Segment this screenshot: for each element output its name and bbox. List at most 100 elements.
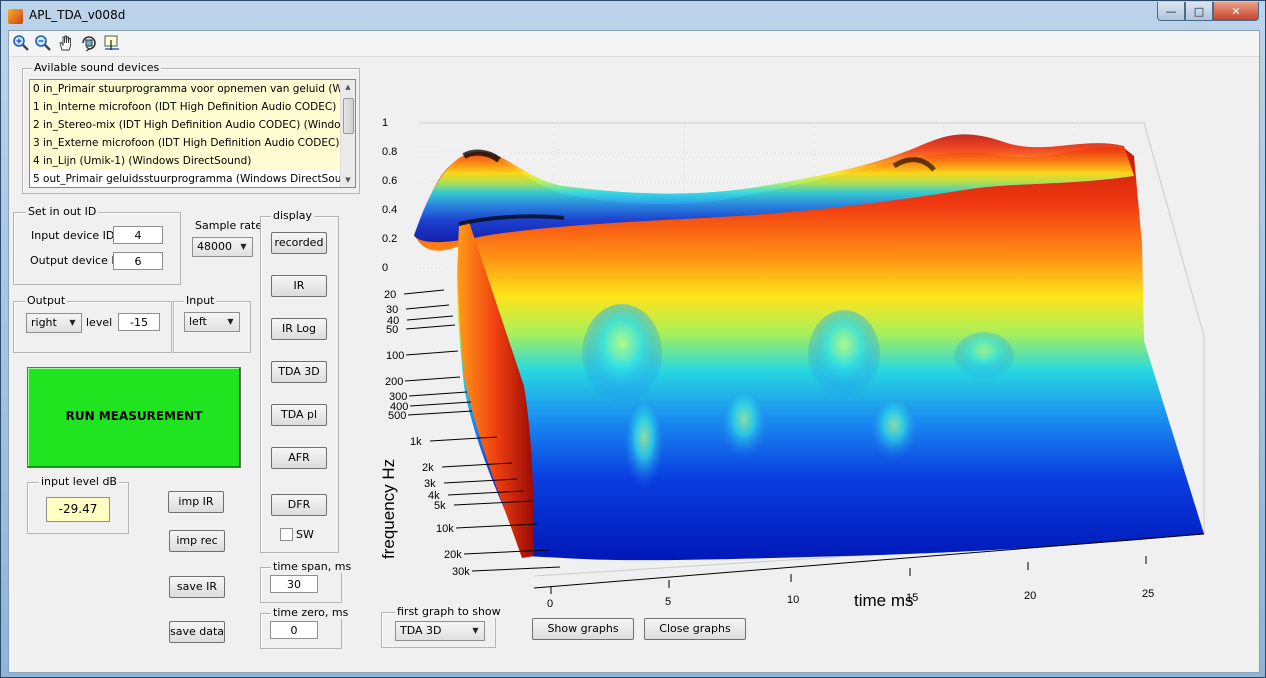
list-item[interactable]: 1 in_Interne microfoon (IDT High Definit… [30, 98, 355, 116]
close-button[interactable]: ✕ [1213, 2, 1259, 21]
chevron-down-icon: ▼ [69, 318, 76, 327]
ir-button[interactable]: IR [271, 275, 327, 297]
frequency-tick-label: 1k [410, 436, 422, 448]
time-zero-field[interactable]: 0 [270, 621, 318, 639]
time-tick-label: 20 [1024, 590, 1036, 602]
list-item[interactable]: 3 in_Externe microfoon (IDT High Definit… [30, 134, 355, 152]
frequency-axis-label: frequency Hz [379, 459, 398, 559]
scroll-thumb[interactable] [343, 98, 354, 134]
surface [414, 134, 1204, 561]
list-scrollbar[interactable]: ▲ ▼ [340, 80, 355, 187]
sample-rate-value: 48000 [197, 240, 232, 253]
frequency-tick-label: 3k [424, 478, 436, 490]
sound-devices-title: Avilable sound devices [32, 61, 162, 74]
resonance-peak [722, 392, 766, 460]
frequency-tick-label: 10k [436, 523, 454, 535]
afr-button[interactable]: AFR [271, 447, 327, 469]
frequency-tick-label: 5k [434, 500, 446, 512]
resonance-peak [808, 310, 880, 398]
app-window: APL_TDA_v008d — □ ✕ Avilable sound devic… [0, 0, 1266, 678]
list-item[interactable]: 4 in_Lijn (Umik-1) (Windows DirectSound) [30, 152, 355, 170]
z-tick-label: 0.8 [382, 146, 397, 158]
zoom-in-icon[interactable] [12, 34, 30, 52]
run-measurement-button[interactable]: RUN MEASUREMENT [27, 367, 241, 468]
time-axis-label: time ms [854, 591, 914, 610]
scroll-down-icon[interactable]: ▼ [341, 173, 355, 187]
imp-ir-button[interactable]: imp IR [168, 491, 224, 513]
frequency-tick-label: 50 [386, 324, 398, 336]
imp-rec-button[interactable]: imp rec [169, 530, 225, 552]
frequency-tick [404, 376, 461, 382]
z-tick-label: 0 [382, 262, 388, 274]
level-label: level [86, 316, 113, 329]
z-tick-label: 1 [382, 117, 388, 129]
frequency-tick-label: 20 [384, 289, 396, 301]
frequency-tick [405, 350, 459, 356]
tda-3d-button[interactable]: TDA 3D [271, 361, 327, 383]
sample-rate-select[interactable]: 48000 ▼ [192, 237, 253, 257]
figure-toolbar [9, 31, 1259, 57]
rotate-3d-icon[interactable] [80, 34, 98, 52]
dfr-button[interactable]: DFR [271, 494, 327, 516]
frequency-tick-label: 30k [452, 566, 470, 578]
resonance-peak [626, 404, 662, 488]
frequency-tick [409, 401, 472, 407]
waterfall-chart[interactable]: 00.20.40.60.81203040501002003004005001k2… [364, 86, 1259, 671]
frequency-tick [405, 324, 456, 330]
output-channel-select[interactable]: right ▼ [26, 313, 82, 333]
scroll-up-icon[interactable]: ▲ [341, 80, 355, 94]
output-device-id-label: Output device ID [30, 254, 124, 267]
recorded-button[interactable]: recorded [271, 232, 327, 254]
time-span-field[interactable]: 30 [270, 575, 318, 593]
z-tick-label: 0.2 [382, 233, 397, 245]
time-tick-label: 10 [787, 594, 799, 606]
output-channel-value: right [31, 316, 57, 329]
input-level-title: input level dB [39, 475, 119, 488]
resonance-peak [872, 401, 916, 461]
chevron-down-icon: ▼ [240, 242, 247, 251]
frequency-tick-label: 500 [388, 410, 406, 422]
in-out-id-group [13, 212, 181, 285]
ir-log-button[interactable]: IR Log [271, 318, 327, 340]
save-data-button[interactable]: save data [169, 621, 225, 643]
z-tick-label: 0.6 [382, 175, 397, 187]
time-tick-label: 0 [547, 598, 553, 610]
input-device-id-label: Input device ID [31, 229, 115, 242]
frequency-tick-label: 100 [386, 350, 404, 362]
sound-devices-list[interactable]: 0 in_Primair stuurprogramma voor opnemen… [29, 79, 356, 188]
time-tick-label: 25 [1142, 588, 1154, 600]
input-channel-select[interactable]: left ▼ [184, 312, 240, 332]
save-ir-button[interactable]: save IR [169, 576, 225, 598]
level-field[interactable]: -15 [118, 313, 160, 331]
output-device-id-field[interactable]: 6 [113, 252, 163, 270]
input-title: Input [184, 294, 217, 307]
tda-pl-button[interactable]: TDA pl [271, 404, 327, 426]
zoom-out-icon[interactable] [34, 34, 52, 52]
sample-rate-label: Sample rate [195, 219, 263, 232]
in-out-id-title: Set in out ID [26, 205, 99, 218]
display-title: display [271, 209, 315, 222]
list-item[interactable]: 2 in_Stereo-mix (IDT High Definition Aud… [30, 116, 355, 134]
sw-label: SW [296, 528, 314, 541]
frequency-tick-label: 20k [444, 549, 462, 561]
title-bar[interactable]: APL_TDA_v008d — □ ✕ [1, 1, 1265, 31]
data-cursor-icon[interactable] [103, 34, 121, 52]
input-level-value: -29.47 [46, 497, 110, 522]
sw-checkbox[interactable] [280, 528, 293, 541]
list-item[interactable]: 0 in_Primair stuurprogramma voor opnemen… [30, 80, 355, 98]
time-span-title: time span, ms [271, 560, 354, 573]
input-device-id-field[interactable]: 4 [113, 226, 163, 244]
minimize-button[interactable]: — [1157, 2, 1185, 21]
window-title: APL_TDA_v008d [29, 8, 126, 22]
resonance-peak [582, 304, 662, 404]
tda-3d-plot[interactable]: 0 0.2 0.4 0.6 0.8 1 20 30 40 50 100 200 300 400 500 1k 2… [364, 86, 1259, 671]
time-tick-label: 5 [665, 596, 671, 608]
frequency-tick [408, 391, 468, 397]
maximize-button[interactable]: □ [1185, 2, 1213, 21]
input-channel-value: left [189, 315, 207, 328]
list-item[interactable]: 5 out_Primair geluidsstuurprogramma (Win… [30, 170, 355, 187]
pan-icon[interactable] [57, 34, 75, 52]
resonance-peak [954, 332, 1014, 380]
output-title: Output [25, 294, 68, 307]
frequency-tick [406, 315, 454, 321]
